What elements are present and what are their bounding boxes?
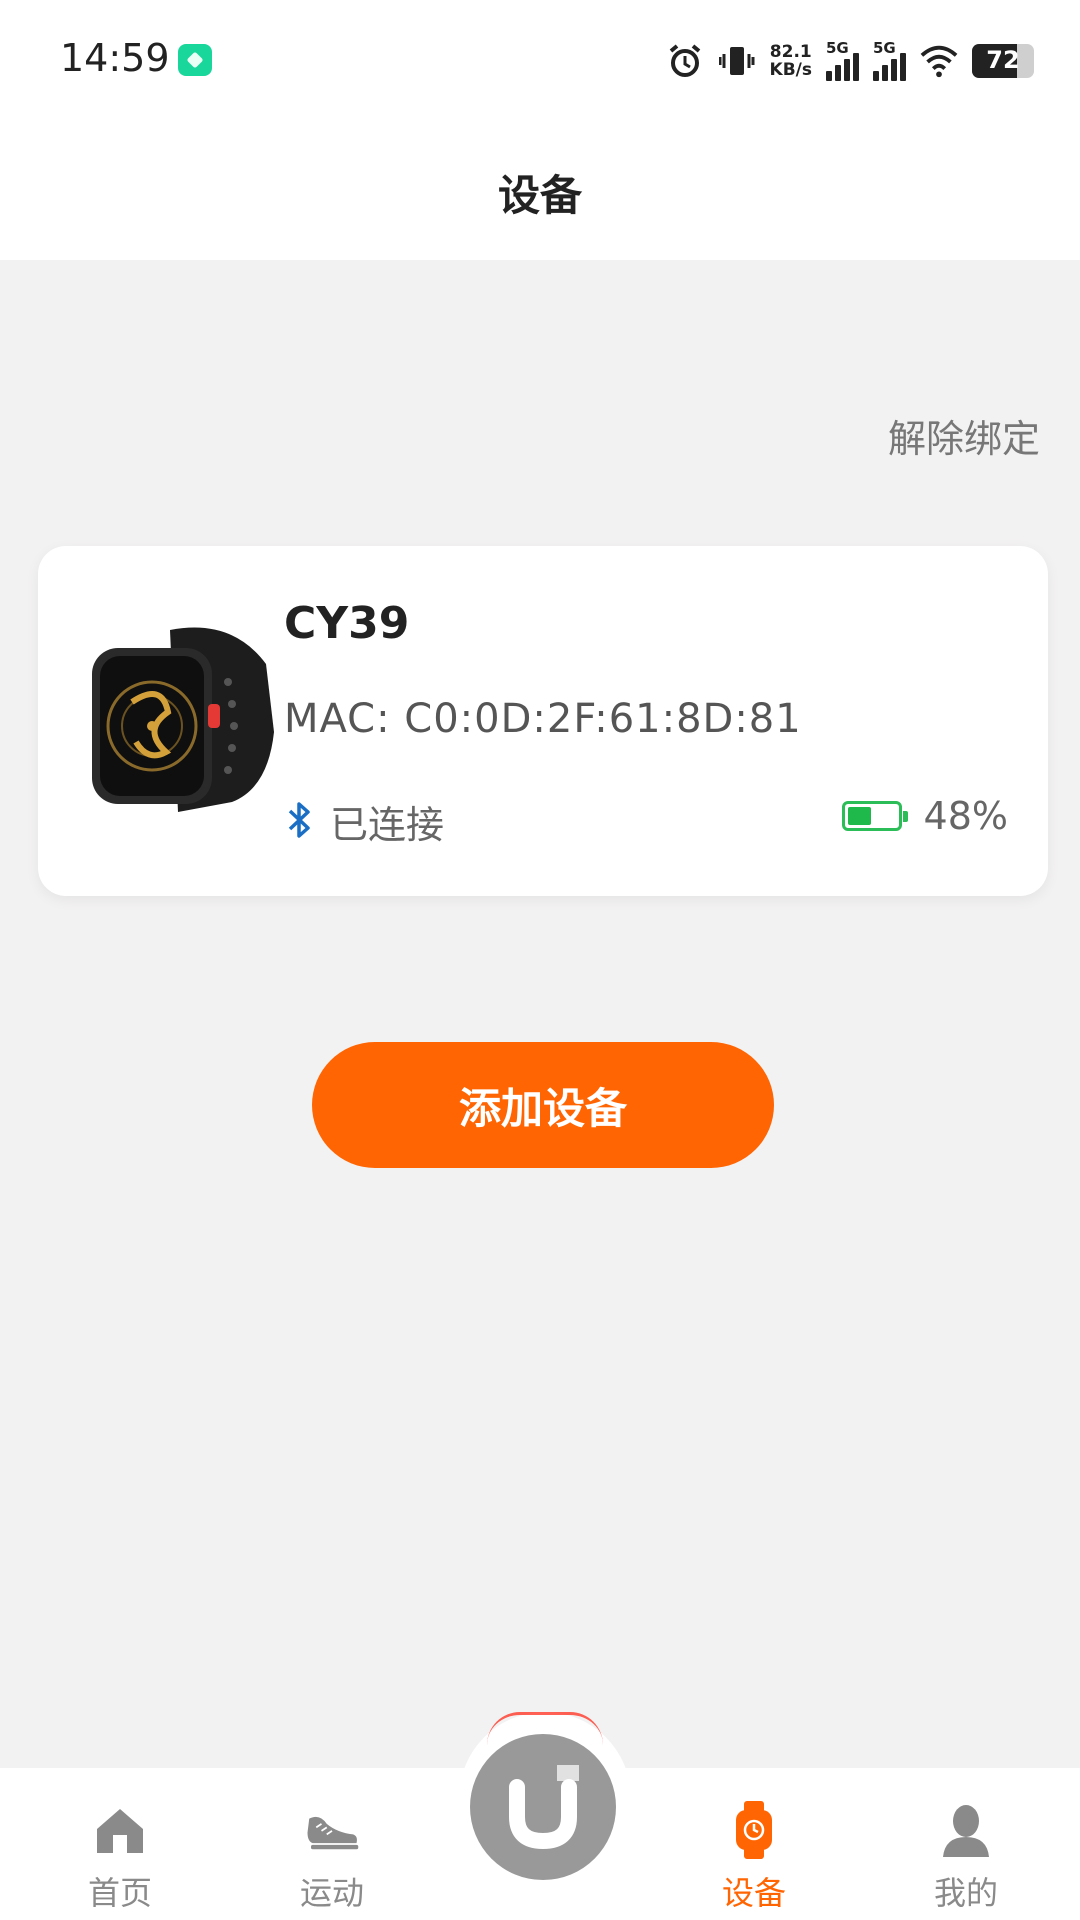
tab-label-home: 首页: [87, 1874, 152, 1912]
device-name: CY39: [284, 598, 410, 649]
tab-sport[interactable]: 运动: [262, 1800, 402, 1920]
device-battery-icon: [841, 801, 908, 831]
shoe-icon: [304, 1800, 360, 1860]
home-icon: [92, 1800, 148, 1860]
net-speed-unit: KB/s: [769, 60, 812, 80]
add-device-button[interactable]: 添加设备: [312, 1042, 774, 1168]
unbind-button[interactable]: 解除绑定: [888, 408, 1040, 463]
tab-device[interactable]: 设备: [684, 1800, 824, 1920]
net-speed-value: 82.1: [769, 42, 812, 62]
status-battery-icon: 72: [972, 44, 1034, 78]
header-area: 14:59 82.1 KB/s 5G 5G 72 设备: [0, 0, 1080, 260]
tab-label-device: 设备: [721, 1874, 786, 1912]
app-notification-icon: [178, 44, 212, 76]
tab-home[interactable]: 首页: [50, 1800, 190, 1920]
vibrate-icon: [718, 42, 756, 80]
device-card[interactable]: CY39 MAC: C0:0D:2F:61:8D:81 已连接 48%: [38, 546, 1048, 896]
signal-type-label-2: 5G: [873, 39, 896, 57]
status-icons: 82.1 KB/s 5G 5G 72: [666, 36, 1034, 86]
wifi-icon: [920, 42, 958, 80]
signal-icon: 5G: [826, 39, 859, 81]
connection-status: 已连接: [284, 794, 444, 849]
tab-label-mine: 我的: [933, 1874, 998, 1912]
signal-type-label: 5G: [826, 39, 849, 57]
device-mac: MAC: C0:0D:2F:61:8D:81: [284, 696, 802, 742]
watch-icon: [726, 1800, 782, 1860]
watch-image: [82, 612, 282, 832]
user-icon: [938, 1800, 994, 1860]
signal-icon-2: 5G: [873, 39, 906, 81]
connection-status-text: 已连接: [330, 803, 445, 847]
device-battery-percent: 48%: [923, 794, 1008, 838]
tab-mine[interactable]: 我的: [896, 1800, 1036, 1920]
alarm-icon: [666, 42, 704, 80]
bluetooth-icon: [284, 800, 316, 844]
page-title: 设备: [497, 171, 582, 220]
tab-label-sport: 运动: [299, 1874, 364, 1912]
device-battery: 48%: [841, 794, 1008, 838]
status-time: 14:59: [60, 36, 170, 80]
center-logo-button[interactable]: [470, 1734, 616, 1880]
status-battery-level: 72: [986, 46, 1020, 74]
net-speed: 82.1 KB/s: [770, 43, 812, 79]
walking-with-u-logo: [509, 1765, 579, 1850]
